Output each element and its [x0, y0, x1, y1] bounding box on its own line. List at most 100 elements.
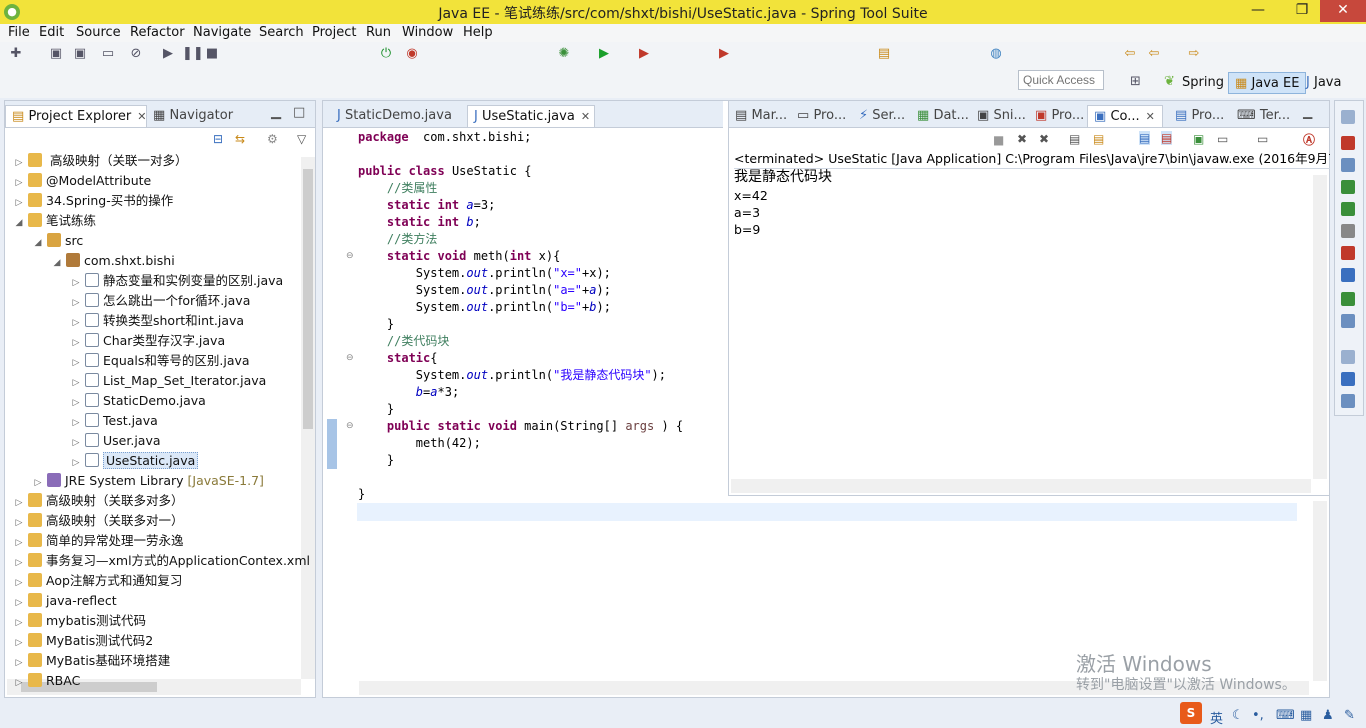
menu-edit[interactable]: Edit [39, 25, 64, 40]
keyboard-icon[interactable]: ⌨ [1276, 708, 1295, 723]
explorer-scroll-thumb[interactable] [303, 169, 313, 429]
tree-item[interactable]: ▷ RBAC [13, 671, 80, 691]
expand-icon[interactable]: ▷ [70, 293, 82, 313]
scroll-lock-icon[interactable]: ▤ [1093, 132, 1104, 146]
expand-icon[interactable]: ▷ [70, 413, 82, 433]
tree-item[interactable]: ◢ src [32, 231, 83, 251]
open-console-icon[interactable]: ▭ [1257, 132, 1268, 146]
code-line[interactable]: static void meth(int x){ [358, 248, 560, 265]
tab-navigator[interactable]: ▦ Navigator [147, 105, 239, 127]
properties-icon[interactable] [1341, 158, 1355, 172]
minimize-view-icon[interactable]: ▁ [271, 105, 281, 120]
tree-item[interactable]: ▷ User.java [70, 431, 161, 451]
open-perspective-icon[interactable]: ⊞ [1130, 74, 1141, 89]
expand-icon[interactable]: ▷ [70, 373, 82, 393]
new-icon[interactable]: ✚ [8, 46, 24, 62]
tree-item[interactable]: ▷ java-reflect [13, 591, 117, 611]
minimize-view-icon[interactable]: ▁ [1303, 105, 1312, 119]
expand-icon[interactable]: ▷ [70, 393, 82, 413]
code-line[interactable]: public static void main(String[] args ) … [358, 418, 683, 435]
data-source-icon[interactable] [1341, 202, 1355, 216]
code-line[interactable]: } [358, 316, 394, 333]
tree-item[interactable]: ▷ 转换类型short和int.java [70, 311, 244, 331]
expand-icon[interactable]: ▷ [70, 273, 82, 293]
code-line[interactable]: System.out.println("b="+b); [358, 299, 611, 316]
terminal-icon[interactable]: ▭ [100, 46, 116, 62]
progress-icon[interactable] [1341, 292, 1355, 306]
tree-item[interactable]: ▷ UseStatic.java [70, 451, 199, 471]
tree-item[interactable]: ◢ 笔试练练 [13, 211, 96, 231]
tab-staticdemo-java[interactable]: J StaticDemo.java [331, 105, 458, 127]
code-line[interactable]: static int b; [358, 214, 481, 231]
view-menu-icon[interactable]: ▽ [297, 132, 306, 146]
debug-icon[interactable]: ✺ [556, 46, 572, 62]
tab-terminal[interactable]: ⌨ Ter... [1231, 105, 1296, 127]
tree-item[interactable]: ▷ Equals和等号的区别.java [70, 351, 250, 371]
fold-icon[interactable]: ⊖ [346, 421, 354, 431]
menu-search[interactable]: Search [259, 25, 304, 40]
tree-item[interactable]: ▷ MyBatis测试代码2 [13, 631, 153, 651]
code-line[interactable]: System.out.println("x="+x); [358, 265, 611, 282]
tree-item[interactable]: ▷ 静态变量和实例变量的区别.java [70, 271, 283, 291]
back-icon[interactable]: ⇦ [1122, 46, 1138, 62]
tab-problems[interactable]: ▣ Pro... [1029, 105, 1090, 127]
maximize-button[interactable]: ❐ [1284, 0, 1320, 22]
resume-icon[interactable]: ▶ [160, 46, 176, 62]
code-line[interactable]: public class UseStatic { [358, 163, 531, 180]
editor-vertical-scrollbar[interactable] [1313, 501, 1327, 681]
expand-icon[interactable]: ▷ [32, 473, 44, 493]
terminate-console-icon[interactable]: ■ [993, 133, 1004, 147]
collapse-icon[interactable]: ◢ [51, 253, 63, 273]
code-line[interactable]: } [358, 452, 394, 469]
console-icon[interactable] [1341, 268, 1355, 282]
tree-item[interactable]: ▷ Test.java [70, 411, 158, 431]
terminal-icon[interactable] [1341, 314, 1355, 328]
expand-icon[interactable]: ▷ [13, 573, 25, 593]
menu-window[interactable]: Window [402, 25, 453, 40]
expand-icon[interactable]: ▷ [13, 553, 25, 573]
expand-icon[interactable]: ▷ [13, 153, 25, 173]
code-line[interactable]: //类方法 [358, 231, 437, 248]
expand-icon[interactable]: ▷ [13, 533, 25, 553]
servers-icon[interactable] [1341, 180, 1355, 194]
console-horizontal-scrollbar[interactable] [731, 479, 1311, 493]
tab-progress[interactable]: ▤ Pro... [1169, 105, 1230, 127]
link-with-editor-icon[interactable]: ⇆ [235, 132, 245, 146]
expand-icon[interactable]: ▷ [13, 513, 25, 533]
tab-project-explorer[interactable]: ▤ Project Explorer ✕ [5, 105, 147, 127]
menu-navigate[interactable]: Navigate [193, 25, 251, 40]
clear-console-icon[interactable]: ▤ [1069, 132, 1080, 146]
suspend-icon[interactable]: ❚❚ [182, 46, 204, 62]
collapse-icon[interactable]: ◢ [13, 213, 25, 233]
tree-item[interactable]: ◢ com.shxt.bishi [51, 251, 175, 271]
close-icon[interactable]: ✕ [137, 110, 146, 123]
close-icon[interactable]: ✕ [1146, 110, 1155, 123]
forward-icon[interactable]: ⇨ [1186, 46, 1202, 62]
tree-item[interactable]: ▷ 事务复习—xml方式的ApplicationContex.xml [13, 551, 310, 571]
code-line[interactable]: package com.shxt.bishi; [358, 129, 531, 146]
coverage-icon[interactable]: ▶ [716, 46, 732, 62]
pin-console-icon[interactable]: ▣ [1193, 132, 1204, 146]
code-line[interactable]: static{ [358, 350, 438, 367]
problems-icon[interactable] [1341, 136, 1355, 150]
code-line[interactable]: b=a*3; [358, 384, 459, 401]
tab-properties[interactable]: ▭ Pro... [791, 105, 852, 127]
quick-access-input[interactable] [1018, 70, 1104, 90]
terminate-icon[interactable]: ■ [204, 46, 220, 62]
save-all-icon[interactable]: ▣ [72, 46, 88, 62]
tree-item[interactable]: ▷ 高级映射（关联多对一） [13, 511, 184, 531]
tree-item[interactable]: ▷ List_Map_Set_Iterator.java [70, 371, 266, 391]
restore-icon[interactable] [1341, 110, 1355, 124]
menu-file[interactable]: File [8, 25, 30, 40]
perspective-spring[interactable]: Spring [1182, 72, 1224, 94]
show-on-stderr-icon[interactable]: ▤ [1161, 131, 1173, 145]
close-icon[interactable]: ✕ [581, 110, 590, 123]
expand-icon[interactable]: ▷ [70, 353, 82, 373]
filter-icon[interactable]: ⚙ [267, 132, 278, 146]
task-list-icon[interactable] [1341, 394, 1355, 408]
tab-snippets[interactable]: ▣ Sni... [971, 105, 1032, 127]
maximize-view-icon[interactable]: □ [293, 105, 305, 120]
punctuation-icon[interactable]: •, [1252, 708, 1264, 723]
expand-icon[interactable]: ▷ [70, 333, 82, 353]
open-type-icon[interactable]: ▤ [876, 46, 892, 62]
